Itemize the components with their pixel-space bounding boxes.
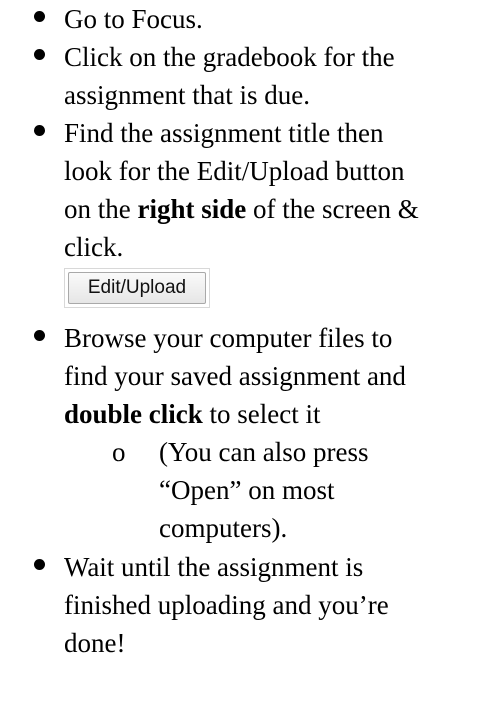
- item-text: look for the Edit/Upload button: [64, 156, 405, 186]
- item-text: done!: [64, 628, 126, 658]
- bullet-icon: [34, 559, 45, 570]
- item-text: find your saved assignment and: [64, 361, 406, 391]
- item-text: finished uploading and you’re: [64, 590, 389, 620]
- sub-item-text: “Open” on most: [159, 475, 335, 505]
- item-text-mixed: double click to select it: [64, 395, 500, 433]
- sub-bullet-marker: o: [112, 437, 126, 467]
- bullet-icon: [34, 330, 45, 341]
- item-text: Wait until the assignment is: [64, 552, 364, 582]
- bold-text-right-side: right side: [137, 194, 247, 224]
- text-run: to select it: [202, 399, 321, 429]
- text-run: on the: [64, 194, 138, 224]
- sub-item-text: computers).: [159, 513, 288, 543]
- item-text: Browse your computer files to: [64, 323, 393, 353]
- instructions-document: Go to Focus. Click on the gradebook for …: [0, 0, 500, 702]
- item-text: assignment that is due.: [64, 80, 310, 110]
- text-run: of the screen &: [246, 194, 419, 224]
- item-text-mixed: on the right side of the screen &: [64, 190, 500, 228]
- bullet-icon: [34, 49, 45, 60]
- edit-upload-button[interactable]: Edit/Upload: [64, 268, 210, 308]
- bold-text-double-click: double click: [64, 399, 203, 429]
- item-text: Click on the gradebook for the: [64, 42, 395, 72]
- sub-item-text: (You can also press: [159, 437, 369, 467]
- edit-upload-button-label: Edit/Upload: [68, 272, 206, 304]
- item-text: click.: [64, 232, 124, 262]
- item-text: Find the assignment title then: [64, 118, 384, 148]
- item-text: Go to Focus.: [64, 4, 203, 34]
- bullet-icon: [34, 11, 45, 22]
- bullet-icon: [34, 125, 45, 136]
